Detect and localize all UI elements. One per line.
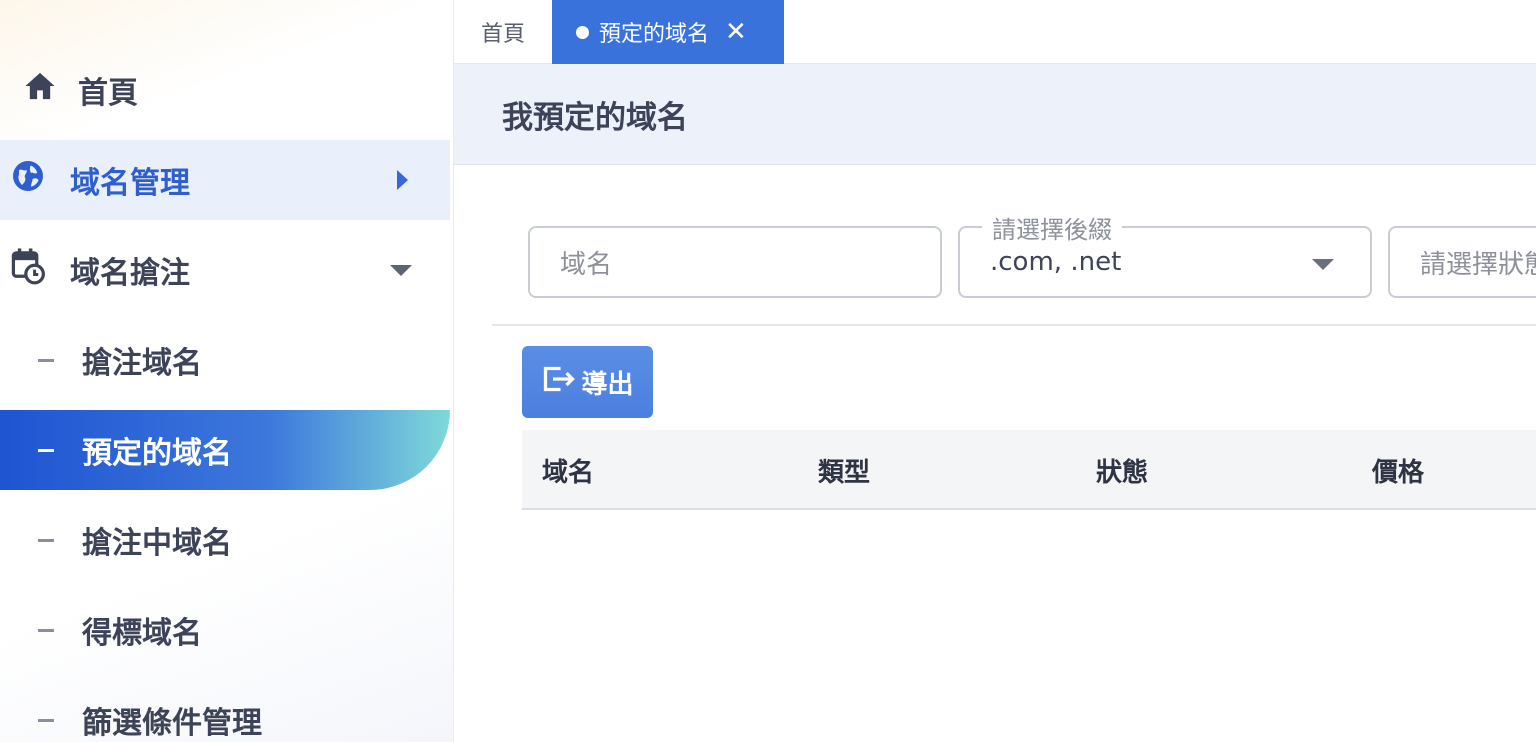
suffix-select-value: .com, .net [990,247,1122,277]
sidebar-subitem-filter-management[interactable]: 篩選條件管理 [0,680,450,742]
sidebar-item-label: 首頁 [78,76,138,111]
page-title: 我預定的域名 [502,99,688,136]
status-select-placeholder: 請選擇狀態 [1420,249,1536,280]
domain-search-placeholder: 域名 [560,249,613,280]
sidebar-item-domain-management[interactable]: 域名管理 [0,140,450,220]
dash-icon [38,538,54,542]
calendar-clock-icon [10,247,46,293]
close-icon[interactable]: ✕ [725,19,747,45]
export-icon [541,364,581,401]
sidebar-subitem-grabbing-domains[interactable]: 搶注中域名 [0,500,450,580]
tab-bar: 首頁 預定的域名 ✕ [454,0,1536,64]
tab-label: 預定的域名 [599,22,710,47]
sidebar-item-label: 域名搶注 [70,256,190,291]
suffix-select-label: 請選擇後綴 [982,210,1122,245]
table-header: 域名 類型 狀態 價格 [522,430,1536,510]
chevron-down-icon [390,265,412,276]
dash-icon [38,628,54,632]
suffix-select[interactable]: 請選擇後綴 .com, .net [958,210,1372,298]
globe-icon [10,158,46,202]
sidebar-subitem-label: 搶注中域名 [82,526,232,561]
active-dot-icon [576,25,589,39]
sidebar-subitem-won-domains[interactable]: 得標域名 [0,590,450,670]
export-button-label: 導出 [581,369,634,400]
tab-reserved-domains[interactable]: 預定的域名 ✕ [552,0,784,64]
chevron-right-icon [397,170,408,190]
dash-icon [38,718,54,722]
tab-label: 首頁 [480,22,525,47]
column-header-status[interactable]: 狀態 [1096,430,1148,510]
home-icon [22,70,58,110]
status-select[interactable]: 請選擇狀態 [1388,226,1536,298]
sidebar-subitem-label: 預定的域名 [82,436,232,471]
sidebar: 首頁 域名管理 域名搶注 搶注域名 預定的域名 搶注中域名 得標域名 篩選條件管… [0,0,454,742]
tab-home[interactable]: 首頁 [454,0,552,64]
divider [492,324,1536,326]
sidebar-item-home[interactable]: 首頁 [0,50,450,130]
dropdown-arrow-icon [1312,259,1334,270]
dash-icon [38,448,54,452]
column-header-price[interactable]: 價格 [1372,430,1424,510]
export-button[interactable]: 導出 [522,346,653,418]
dash-icon [38,358,54,362]
domain-search-input[interactable]: 域名 [528,226,942,298]
sidebar-subitem-reserved-domains[interactable]: 預定的域名 [0,410,450,490]
column-header-type[interactable]: 類型 [818,430,870,510]
sidebar-subitem-label: 搶注域名 [82,346,202,381]
column-header-domain[interactable]: 域名 [542,430,594,510]
sidebar-subitem-label: 篩選條件管理 [82,706,262,741]
page-title-bar: 我預定的域名 [454,64,1536,165]
sidebar-item-domain-grab[interactable]: 域名搶注 [0,230,450,310]
sidebar-subitem-grab-domain[interactable]: 搶注域名 [0,320,450,400]
sidebar-subitem-label: 得標域名 [82,616,202,651]
sidebar-item-label: 域名管理 [70,166,190,201]
